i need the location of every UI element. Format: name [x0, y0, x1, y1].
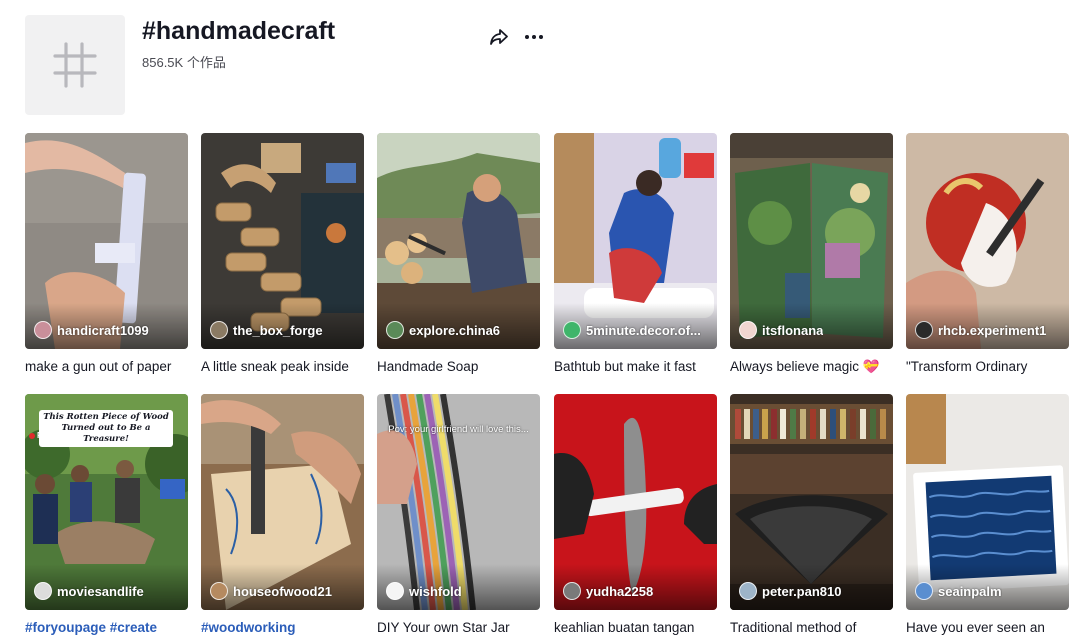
banner-line-1: This Rotten Piece of Wood: [43, 412, 169, 422]
video-author[interactable]: itsflonana: [739, 321, 823, 339]
video-overlay-text: Pov: your girlfriend will love this...: [388, 424, 529, 435]
video-author[interactable]: moviesandlife: [34, 582, 144, 600]
video-thumbnail[interactable]: 5minute.decor.of...: [554, 133, 717, 349]
author-avatar: [386, 321, 404, 339]
video-caption[interactable]: #woodworking: [201, 619, 364, 637]
video-author[interactable]: peter.pan810: [739, 582, 842, 600]
caption-text: Bathtub but make it fast: [554, 359, 696, 374]
record-dot-icon: [29, 432, 35, 439]
author-name: itsflonana: [762, 322, 824, 338]
video-caption[interactable]: make a gun out of paper: [25, 358, 188, 376]
video-card[interactable]: This Rotten Piece of Wood Turned out to …: [25, 394, 188, 637]
video-thumbnail[interactable]: the_box_forge: [201, 133, 364, 349]
author-avatar: [915, 321, 933, 339]
video-card[interactable]: 5minute.decor.of... Bathtub but make it …: [554, 133, 717, 376]
author-avatar: [34, 582, 52, 600]
author-avatar: [739, 582, 757, 600]
video-thumbnail[interactable]: peter.pan810: [730, 394, 893, 610]
video-author[interactable]: seainpalm: [915, 582, 1002, 600]
hashtag-icon: [53, 42, 97, 88]
video-caption[interactable]: "Transform Ordinary: [906, 358, 1069, 376]
author-avatar: [563, 582, 581, 600]
author-name: rhcb.experiment1: [938, 322, 1047, 338]
author-avatar: [386, 582, 404, 600]
author-name: explore.china6: [409, 322, 501, 338]
share-arrow-icon: [490, 29, 508, 45]
caption-text: "Transform Ordinary: [906, 359, 1028, 374]
video-caption[interactable]: A little sneak peak inside: [201, 358, 364, 376]
author-name: yudha2258: [586, 583, 654, 599]
video-card[interactable]: peter.pan810 Traditional method of: [730, 394, 893, 637]
author-name: houseofwood21: [233, 583, 332, 599]
video-thumbnail[interactable]: houseofwood21: [201, 394, 364, 610]
author-name: moviesandlife: [57, 583, 144, 599]
author-name: wishfold: [409, 583, 462, 599]
hashtag-avatar: [25, 15, 125, 115]
hashtag-title: #handmadecraft: [142, 17, 336, 45]
video-caption[interactable]: #foryoupage #create: [25, 619, 188, 637]
video-thumbnail[interactable]: rhcb.experiment1: [906, 133, 1069, 349]
video-caption[interactable]: Always believe magic 💝: [730, 358, 893, 376]
banner-line-2: Turned out to Be a Treasure!: [61, 423, 151, 444]
video-card[interactable]: seainpalm Have you ever seen an: [906, 394, 1069, 637]
video-thumbnail[interactable]: Pov: your girlfriend will love this... w…: [377, 394, 540, 610]
caption-text: make a gun out of paper: [25, 359, 172, 374]
video-author[interactable]: wishfold: [386, 582, 462, 600]
video-caption[interactable]: Have you ever seen an: [906, 619, 1069, 637]
video-card[interactable]: Pov: your girlfriend will love this... w…: [377, 394, 540, 637]
author-avatar: [210, 582, 228, 600]
video-card[interactable]: yudha2258 keahlian buatan tangan: [554, 394, 717, 637]
video-card[interactable]: explore.china6 Handmade Soap: [377, 133, 540, 376]
video-thumbnail[interactable]: This Rotten Piece of Wood Turned out to …: [25, 394, 188, 610]
video-thumbnail[interactable]: itsflonana: [730, 133, 893, 349]
author-avatar: [915, 582, 933, 600]
more-options-button[interactable]: [522, 25, 546, 49]
video-caption[interactable]: Handmade Soap: [377, 358, 540, 376]
video-author[interactable]: rhcb.experiment1: [915, 321, 1046, 339]
caption-text: DIY Your own Star Jar: [377, 620, 510, 635]
author-name: peter.pan810: [762, 583, 842, 599]
hashtag-header: #handmadecraft 856.5K 个作品: [25, 15, 1065, 115]
video-card[interactable]: rhcb.experiment1 "Transform Ordinary: [906, 133, 1069, 376]
more-dots-icon: [525, 35, 543, 39]
author-avatar: [739, 321, 757, 339]
video-caption[interactable]: Bathtub but make it fast: [554, 358, 717, 376]
caption-hashtags[interactable]: #woodworking: [201, 620, 296, 635]
caption-text: Always believe magic 💝: [730, 359, 880, 374]
caption-text: Have you ever seen an: [906, 620, 1045, 635]
caption-text: Handmade Soap: [377, 359, 479, 374]
video-author[interactable]: handicraft1099: [34, 321, 149, 339]
author-name: handicraft1099: [57, 322, 149, 338]
caption-hashtags[interactable]: #foryoupage #create: [25, 620, 157, 635]
video-thumbnail[interactable]: explore.china6: [377, 133, 540, 349]
video-caption[interactable]: keahlian buatan tangan: [554, 619, 717, 637]
caption-text: Traditional method of: [730, 620, 857, 635]
video-card[interactable]: houseofwood21 #woodworking: [201, 394, 364, 637]
author-name: the_box_forge: [233, 322, 323, 338]
author-name: 5minute.decor.of...: [586, 322, 701, 338]
author-name: seainpalm: [938, 583, 1002, 599]
video-author[interactable]: yudha2258: [563, 582, 653, 600]
video-count: 856.5K 个作品: [142, 55, 226, 70]
author-avatar: [34, 321, 52, 339]
video-author[interactable]: 5minute.decor.of...: [563, 321, 701, 339]
video-thumbnail[interactable]: handicraft1099: [25, 133, 188, 349]
rec-indicator: REC: [29, 431, 54, 440]
caption-text: keahlian buatan tangan: [554, 620, 695, 635]
video-author[interactable]: explore.china6: [386, 321, 500, 339]
caption-text: A little sneak peak inside: [201, 359, 349, 374]
video-author[interactable]: the_box_forge: [210, 321, 323, 339]
video-card[interactable]: the_box_forge A little sneak peak inside: [201, 133, 364, 376]
video-card[interactable]: itsflonana Always believe magic 💝: [730, 133, 893, 376]
video-caption[interactable]: Traditional method of: [730, 619, 893, 637]
video-thumbnail[interactable]: yudha2258: [554, 394, 717, 610]
author-avatar: [210, 321, 228, 339]
author-avatar: [563, 321, 581, 339]
video-thumbnail[interactable]: seainpalm: [906, 394, 1069, 610]
video-title-banner: This Rotten Piece of Wood Turned out to …: [39, 410, 173, 447]
video-author[interactable]: houseofwood21: [210, 582, 332, 600]
video-card[interactable]: handicraft1099 make a gun out of paper: [25, 133, 188, 376]
share-button[interactable]: [487, 25, 511, 49]
video-caption[interactable]: DIY Your own Star Jar: [377, 619, 540, 637]
